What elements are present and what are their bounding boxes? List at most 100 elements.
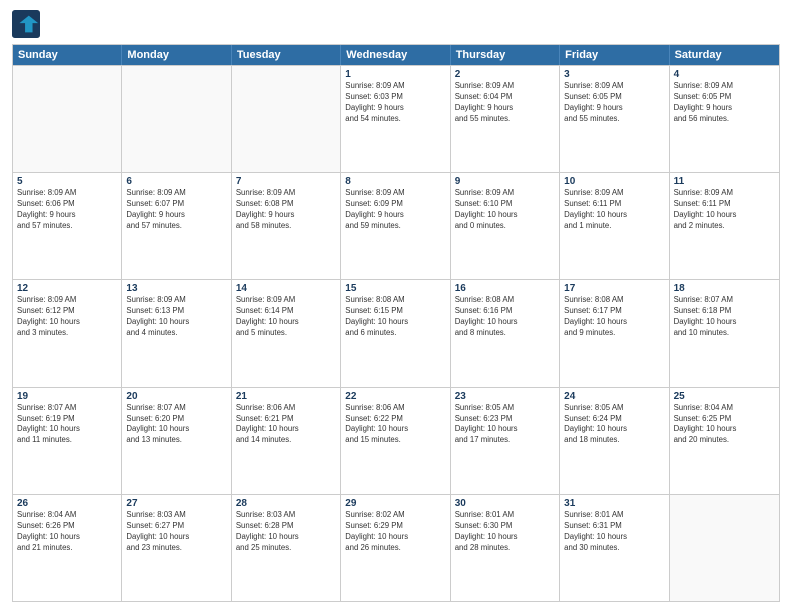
day-number: 4 [674, 69, 775, 80]
day-number: 19 [17, 391, 117, 402]
calendar-cell: 25Sunrise: 8:04 AM Sunset: 6:25 PM Dayli… [670, 388, 779, 494]
day-number: 24 [564, 391, 664, 402]
day-info: Sunrise: 8:09 AM Sunset: 6:05 PM Dayligh… [564, 81, 664, 125]
calendar-cell [232, 66, 341, 172]
day-info: Sunrise: 8:01 AM Sunset: 6:30 PM Dayligh… [455, 510, 555, 554]
day-info: Sunrise: 8:09 AM Sunset: 6:05 PM Dayligh… [674, 81, 775, 125]
weekday-header: Sunday [13, 45, 122, 65]
calendar-week: 1Sunrise: 8:09 AM Sunset: 6:03 PM Daylig… [13, 65, 779, 172]
calendar-cell: 13Sunrise: 8:09 AM Sunset: 6:13 PM Dayli… [122, 280, 231, 386]
day-number: 21 [236, 391, 336, 402]
day-info: Sunrise: 8:08 AM Sunset: 6:16 PM Dayligh… [455, 295, 555, 339]
day-number: 10 [564, 176, 664, 187]
day-number: 16 [455, 283, 555, 294]
day-info: Sunrise: 8:09 AM Sunset: 6:11 PM Dayligh… [674, 188, 775, 232]
calendar-cell: 31Sunrise: 8:01 AM Sunset: 6:31 PM Dayli… [560, 495, 669, 601]
calendar-cell: 1Sunrise: 8:09 AM Sunset: 6:03 PM Daylig… [341, 66, 450, 172]
weekday-header: Monday [122, 45, 231, 65]
page: SundayMondayTuesdayWednesdayThursdayFrid… [0, 0, 792, 612]
day-info: Sunrise: 8:09 AM Sunset: 6:14 PM Dayligh… [236, 295, 336, 339]
day-info: Sunrise: 8:03 AM Sunset: 6:28 PM Dayligh… [236, 510, 336, 554]
day-info: Sunrise: 8:08 AM Sunset: 6:17 PM Dayligh… [564, 295, 664, 339]
day-info: Sunrise: 8:03 AM Sunset: 6:27 PM Dayligh… [126, 510, 226, 554]
logo-icon [12, 10, 40, 38]
calendar-cell: 18Sunrise: 8:07 AM Sunset: 6:18 PM Dayli… [670, 280, 779, 386]
day-info: Sunrise: 8:01 AM Sunset: 6:31 PM Dayligh… [564, 510, 664, 554]
calendar-cell: 16Sunrise: 8:08 AM Sunset: 6:16 PM Dayli… [451, 280, 560, 386]
calendar-cell: 22Sunrise: 8:06 AM Sunset: 6:22 PM Dayli… [341, 388, 450, 494]
calendar-header: SundayMondayTuesdayWednesdayThursdayFrid… [13, 45, 779, 65]
day-info: Sunrise: 8:09 AM Sunset: 6:10 PM Dayligh… [455, 188, 555, 232]
day-number: 17 [564, 283, 664, 294]
day-number: 28 [236, 498, 336, 509]
day-number: 5 [17, 176, 117, 187]
calendar-cell: 27Sunrise: 8:03 AM Sunset: 6:27 PM Dayli… [122, 495, 231, 601]
day-number: 20 [126, 391, 226, 402]
weekday-header: Friday [560, 45, 669, 65]
calendar-cell [670, 495, 779, 601]
calendar-week: 26Sunrise: 8:04 AM Sunset: 6:26 PM Dayli… [13, 494, 779, 601]
calendar-cell: 11Sunrise: 8:09 AM Sunset: 6:11 PM Dayli… [670, 173, 779, 279]
calendar-cell: 7Sunrise: 8:09 AM Sunset: 6:08 PM Daylig… [232, 173, 341, 279]
calendar-cell: 17Sunrise: 8:08 AM Sunset: 6:17 PM Dayli… [560, 280, 669, 386]
day-info: Sunrise: 8:06 AM Sunset: 6:21 PM Dayligh… [236, 403, 336, 447]
logo [12, 10, 44, 38]
day-info: Sunrise: 8:04 AM Sunset: 6:26 PM Dayligh… [17, 510, 117, 554]
calendar-cell: 12Sunrise: 8:09 AM Sunset: 6:12 PM Dayli… [13, 280, 122, 386]
calendar-cell: 29Sunrise: 8:02 AM Sunset: 6:29 PM Dayli… [341, 495, 450, 601]
calendar-cell: 5Sunrise: 8:09 AM Sunset: 6:06 PM Daylig… [13, 173, 122, 279]
calendar-cell: 26Sunrise: 8:04 AM Sunset: 6:26 PM Dayli… [13, 495, 122, 601]
calendar-cell: 15Sunrise: 8:08 AM Sunset: 6:15 PM Dayli… [341, 280, 450, 386]
calendar-cell: 6Sunrise: 8:09 AM Sunset: 6:07 PM Daylig… [122, 173, 231, 279]
day-info: Sunrise: 8:07 AM Sunset: 6:19 PM Dayligh… [17, 403, 117, 447]
day-number: 14 [236, 283, 336, 294]
day-number: 31 [564, 498, 664, 509]
day-number: 15 [345, 283, 445, 294]
header [12, 10, 780, 38]
day-number: 27 [126, 498, 226, 509]
day-number: 2 [455, 69, 555, 80]
calendar-week: 12Sunrise: 8:09 AM Sunset: 6:12 PM Dayli… [13, 279, 779, 386]
calendar-cell [13, 66, 122, 172]
day-info: Sunrise: 8:09 AM Sunset: 6:06 PM Dayligh… [17, 188, 117, 232]
calendar-cell: 21Sunrise: 8:06 AM Sunset: 6:21 PM Dayli… [232, 388, 341, 494]
day-number: 6 [126, 176, 226, 187]
day-info: Sunrise: 8:04 AM Sunset: 6:25 PM Dayligh… [674, 403, 775, 447]
day-number: 7 [236, 176, 336, 187]
day-info: Sunrise: 8:02 AM Sunset: 6:29 PM Dayligh… [345, 510, 445, 554]
calendar: SundayMondayTuesdayWednesdayThursdayFrid… [12, 44, 780, 602]
calendar-cell: 10Sunrise: 8:09 AM Sunset: 6:11 PM Dayli… [560, 173, 669, 279]
calendar-cell: 24Sunrise: 8:05 AM Sunset: 6:24 PM Dayli… [560, 388, 669, 494]
day-info: Sunrise: 8:09 AM Sunset: 6:04 PM Dayligh… [455, 81, 555, 125]
calendar-cell: 30Sunrise: 8:01 AM Sunset: 6:30 PM Dayli… [451, 495, 560, 601]
day-number: 18 [674, 283, 775, 294]
day-info: Sunrise: 8:09 AM Sunset: 6:12 PM Dayligh… [17, 295, 117, 339]
day-number: 11 [674, 176, 775, 187]
calendar-cell: 2Sunrise: 8:09 AM Sunset: 6:04 PM Daylig… [451, 66, 560, 172]
calendar-body: 1Sunrise: 8:09 AM Sunset: 6:03 PM Daylig… [13, 65, 779, 601]
day-number: 8 [345, 176, 445, 187]
day-number: 3 [564, 69, 664, 80]
calendar-cell: 28Sunrise: 8:03 AM Sunset: 6:28 PM Dayli… [232, 495, 341, 601]
weekday-header: Thursday [451, 45, 560, 65]
day-info: Sunrise: 8:05 AM Sunset: 6:24 PM Dayligh… [564, 403, 664, 447]
day-number: 30 [455, 498, 555, 509]
calendar-cell: 4Sunrise: 8:09 AM Sunset: 6:05 PM Daylig… [670, 66, 779, 172]
day-number: 29 [345, 498, 445, 509]
day-info: Sunrise: 8:09 AM Sunset: 6:09 PM Dayligh… [345, 188, 445, 232]
calendar-cell: 23Sunrise: 8:05 AM Sunset: 6:23 PM Dayli… [451, 388, 560, 494]
day-info: Sunrise: 8:09 AM Sunset: 6:13 PM Dayligh… [126, 295, 226, 339]
day-info: Sunrise: 8:09 AM Sunset: 6:07 PM Dayligh… [126, 188, 226, 232]
day-info: Sunrise: 8:09 AM Sunset: 6:11 PM Dayligh… [564, 188, 664, 232]
calendar-cell: 20Sunrise: 8:07 AM Sunset: 6:20 PM Dayli… [122, 388, 231, 494]
day-info: Sunrise: 8:05 AM Sunset: 6:23 PM Dayligh… [455, 403, 555, 447]
day-number: 26 [17, 498, 117, 509]
calendar-cell: 8Sunrise: 8:09 AM Sunset: 6:09 PM Daylig… [341, 173, 450, 279]
day-info: Sunrise: 8:07 AM Sunset: 6:20 PM Dayligh… [126, 403, 226, 447]
day-info: Sunrise: 8:06 AM Sunset: 6:22 PM Dayligh… [345, 403, 445, 447]
day-number: 25 [674, 391, 775, 402]
weekday-header: Saturday [670, 45, 779, 65]
weekday-header: Tuesday [232, 45, 341, 65]
day-info: Sunrise: 8:07 AM Sunset: 6:18 PM Dayligh… [674, 295, 775, 339]
calendar-week: 19Sunrise: 8:07 AM Sunset: 6:19 PM Dayli… [13, 387, 779, 494]
